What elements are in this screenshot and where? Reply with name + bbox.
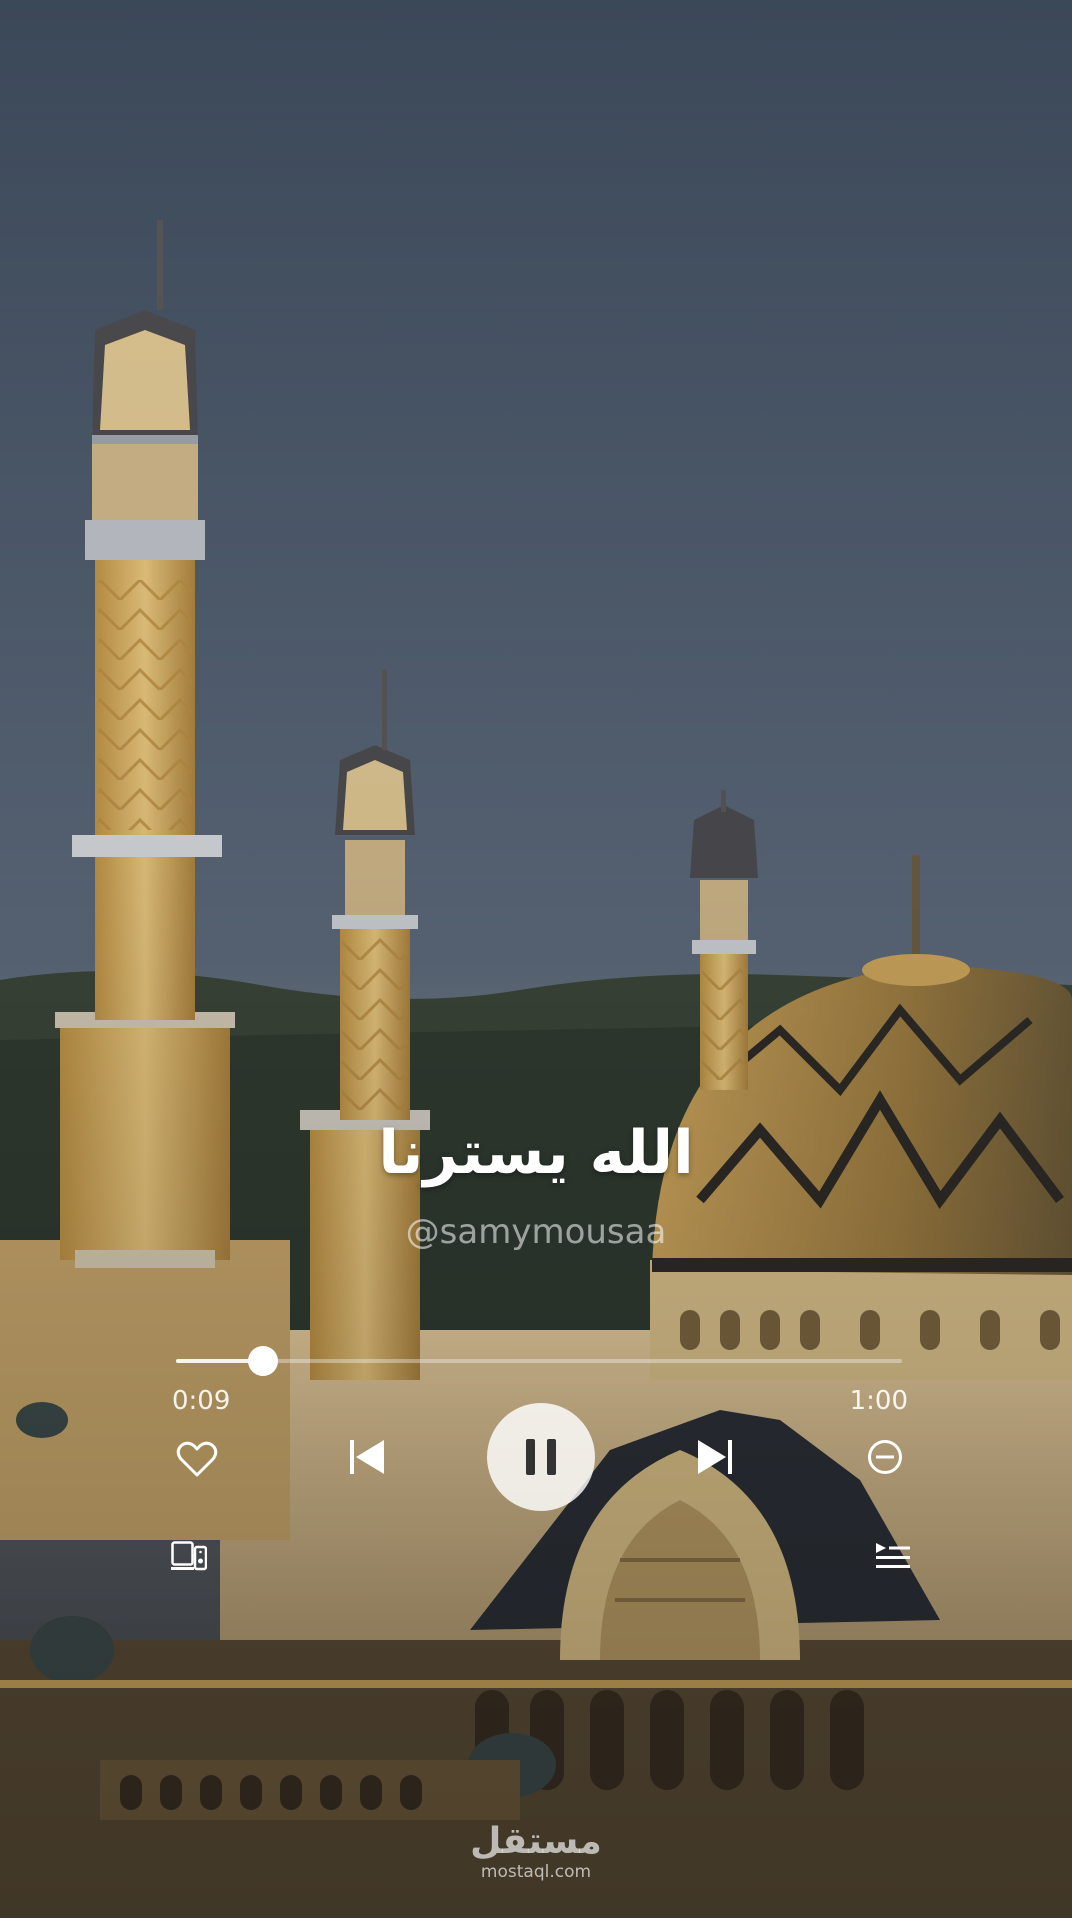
skip-previous-icon[interactable]: [350, 1440, 386, 1474]
watermark-logo: مستقل: [470, 1821, 602, 1862]
mostaql-watermark: مستقل mostaql.com: [0, 1821, 1072, 1883]
player-screen: الله يسترنا @samymousaa 0:09 1:00 مستقل …: [0, 0, 1072, 1918]
queue-list-icon[interactable]: [876, 1543, 910, 1569]
heart-icon[interactable]: [176, 1440, 218, 1478]
progress-thumb[interactable]: [248, 1346, 279, 1376]
minus-circle-icon[interactable]: [867, 1439, 903, 1475]
skip-next-icon[interactable]: [696, 1440, 732, 1474]
total-duration: 1:00: [849, 1386, 908, 1416]
song-title: الله يسترنا: [378, 1118, 694, 1188]
mosque-background-image: [0, 0, 1072, 1918]
elapsed-time: 0:09: [172, 1386, 231, 1416]
pause-icon: [526, 1439, 556, 1475]
artist-handle[interactable]: @samymousaa: [0, 1212, 1072, 1252]
watermark-url: mostaql.com: [480, 1862, 592, 1882]
progress-slider[interactable]: [176, 1346, 902, 1376]
devices-icon[interactable]: [171, 1541, 207, 1571]
